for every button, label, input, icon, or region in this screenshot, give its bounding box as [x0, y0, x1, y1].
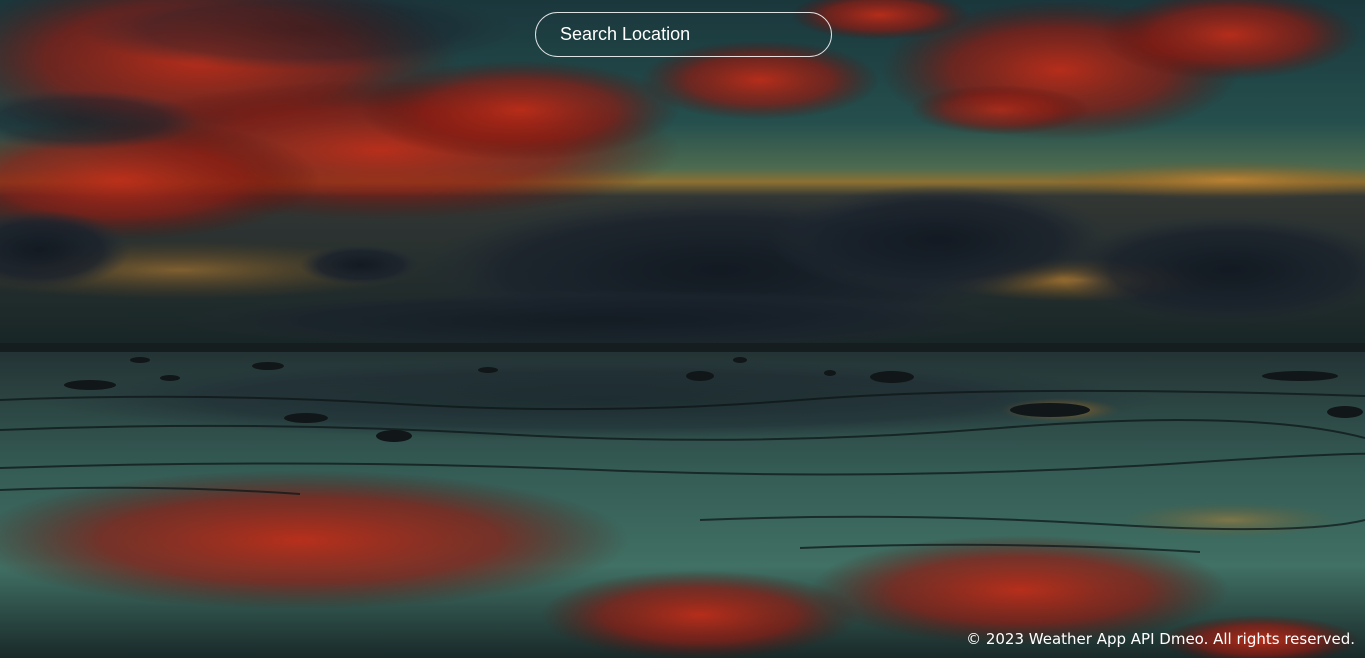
footer-copyright: © 2023 Weather App API Dmeo. All rights … — [966, 630, 1355, 648]
weather-app-page: © 2023 Weather App API Dmeo. All rights … — [0, 0, 1365, 658]
search-location-input[interactable] — [535, 12, 832, 57]
sunset-seascape-image — [0, 0, 1365, 658]
search-bar — [535, 12, 832, 57]
